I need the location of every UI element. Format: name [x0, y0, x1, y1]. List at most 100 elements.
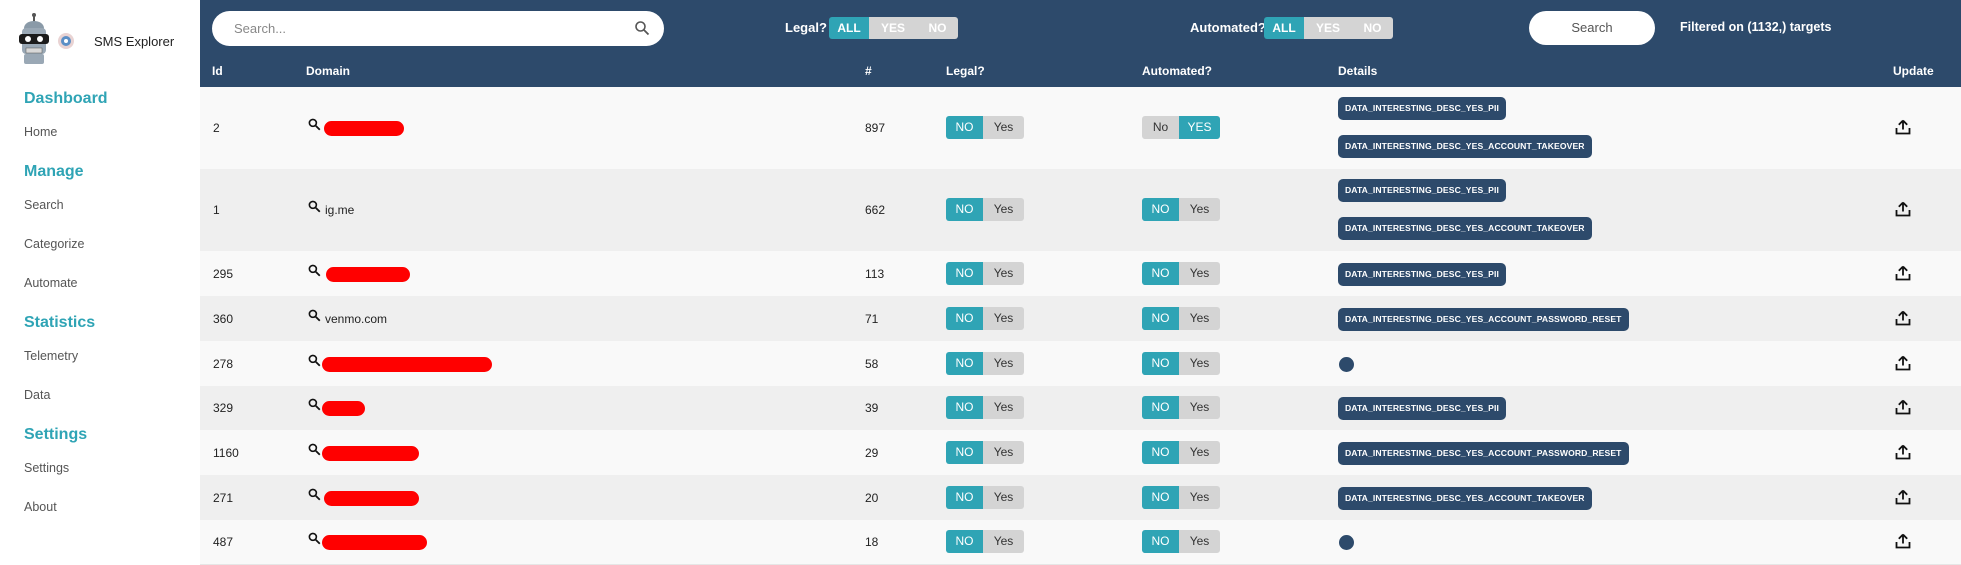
- upload-icon[interactable]: [1895, 533, 1911, 549]
- legal-yes-option[interactable]: Yes: [983, 440, 1024, 464]
- legal-no-option[interactable]: NO: [946, 440, 983, 464]
- table-row: 1160 29 NO Yes NO Yes DATA_INTERESTING_DESC_YE…: [200, 430, 1961, 476]
- automated-yes-option[interactable]: Yes: [1179, 440, 1220, 464]
- nav-item-search[interactable]: Search: [24, 198, 64, 212]
- automated-yes-option[interactable]: Yes: [1179, 485, 1220, 509]
- column-header-details[interactable]: Details: [1338, 64, 1377, 78]
- automated-yes-option[interactable]: Yes: [1179, 306, 1220, 330]
- automated-yes-option[interactable]: Yes: [1179, 198, 1220, 221]
- table-row: 1 ig.me 662 NO Yes NO Yes DATA_INTERESTING_DESC…: [200, 169, 1961, 252]
- automated-filter-no[interactable]: NO: [1352, 17, 1393, 39]
- table-row: 271 20 NO Yes NO Yes DATA_INTERESTING_DESC_YES…: [200, 475, 1961, 521]
- automated-no-option[interactable]: NO: [1142, 198, 1179, 221]
- top-bar: Legal? ALL YES NO Automated? ALL YES NO …: [200, 0, 1961, 87]
- automated-no-option[interactable]: NO: [1142, 351, 1179, 375]
- legal-yes-option[interactable]: Yes: [983, 485, 1024, 509]
- legal-no-option[interactable]: NO: [946, 530, 983, 553]
- legal-no-option[interactable]: NO: [946, 198, 983, 221]
- automated-yes-option[interactable]: Yes: [1179, 530, 1220, 553]
- domain-search-icon[interactable]: [308, 309, 321, 322]
- row-id: 329: [213, 401, 234, 415]
- automated-yes-option[interactable]: Yes: [1179, 396, 1220, 419]
- row-domain[interactable]: ig.me: [325, 203, 354, 217]
- row-id: 295: [213, 266, 234, 281]
- automated-yes-option[interactable]: Yes: [1179, 261, 1220, 285]
- automated-filter-yes[interactable]: YES: [1304, 17, 1352, 39]
- column-header-legal[interactable]: Legal?: [946, 64, 985, 78]
- legal-filter-no[interactable]: NO: [917, 17, 958, 39]
- upload-icon[interactable]: [1895, 489, 1911, 505]
- upload-icon[interactable]: [1895, 310, 1911, 326]
- legal-toggle: NO Yes: [946, 306, 1024, 330]
- column-header-automated[interactable]: Automated?: [1142, 64, 1212, 78]
- legal-no-option[interactable]: NO: [946, 396, 983, 419]
- automated-yes-option[interactable]: YES: [1179, 116, 1220, 139]
- brand-logo[interactable]: [14, 12, 80, 68]
- nav-item-about[interactable]: About: [24, 500, 57, 514]
- domain-search-icon[interactable]: [308, 200, 321, 213]
- column-header-update[interactable]: Update: [1893, 64, 1934, 78]
- automated-yes-option[interactable]: Yes: [1179, 351, 1220, 375]
- upload-icon[interactable]: [1895, 444, 1911, 460]
- automated-no-option[interactable]: NO: [1142, 396, 1179, 419]
- nav-item-data[interactable]: Data: [24, 388, 50, 402]
- column-header-domain[interactable]: Domain: [306, 64, 350, 78]
- legal-yes-option[interactable]: Yes: [983, 351, 1024, 375]
- automated-no-option[interactable]: NO: [1142, 530, 1179, 553]
- legal-yes-option[interactable]: Yes: [983, 396, 1024, 419]
- legal-filter-yes[interactable]: YES: [869, 17, 917, 39]
- legal-no-option[interactable]: NO: [946, 261, 983, 285]
- search-input[interactable]: [232, 20, 626, 37]
- upload-icon[interactable]: [1895, 399, 1911, 415]
- upload-icon[interactable]: [1895, 119, 1911, 135]
- legal-no-option[interactable]: NO: [946, 351, 983, 375]
- search-icon[interactable]: [634, 20, 650, 36]
- automated-no-option[interactable]: NO: [1142, 261, 1179, 285]
- domain-search-icon[interactable]: [308, 398, 321, 411]
- redacted-domain: [326, 266, 410, 282]
- legal-toggle: NO Yes: [946, 440, 1024, 464]
- legal-yes-option[interactable]: Yes: [983, 198, 1024, 221]
- row-id: 271: [213, 490, 234, 505]
- domain-search-icon[interactable]: [308, 488, 321, 501]
- domain-search-icon[interactable]: [308, 354, 321, 367]
- row-id: 1160: [213, 445, 239, 460]
- column-header-id[interactable]: Id: [212, 64, 223, 78]
- legal-yes-option[interactable]: Yes: [983, 530, 1024, 553]
- nav-item-settings[interactable]: Settings: [24, 461, 69, 475]
- filter-status-text: Filtered on (1132,) targets: [1680, 20, 1832, 34]
- automated-toggle: NO Yes: [1142, 198, 1220, 221]
- automated-toggle: No YES: [1142, 116, 1220, 139]
- row-count: 897: [865, 121, 886, 135]
- legal-filter-all[interactable]: ALL: [829, 17, 869, 39]
- nav-item-telemetry[interactable]: Telemetry: [24, 349, 78, 363]
- domain-search-icon[interactable]: [308, 118, 321, 131]
- legal-yes-option[interactable]: Yes: [983, 261, 1024, 285]
- search-button[interactable]: Search: [1529, 11, 1655, 45]
- legal-yes-option[interactable]: Yes: [983, 116, 1024, 139]
- domain-search-icon[interactable]: [308, 532, 321, 545]
- automated-toggle: NO Yes: [1142, 440, 1220, 464]
- legal-no-option[interactable]: NO: [946, 306, 983, 330]
- nav-item-automate[interactable]: Automate: [24, 276, 78, 290]
- upload-icon[interactable]: [1895, 355, 1911, 371]
- detail-badge: DATA_INTERESTING_DESC_YES_PII: [1338, 97, 1506, 120]
- row-domain[interactable]: venmo.com: [325, 312, 387, 326]
- domain-search-icon[interactable]: [308, 443, 321, 456]
- upload-icon[interactable]: [1895, 265, 1911, 281]
- automated-filter-all[interactable]: ALL: [1264, 17, 1304, 39]
- domain-search-icon[interactable]: [308, 264, 321, 277]
- legal-yes-option[interactable]: Yes: [983, 306, 1024, 330]
- nav-item-categorize[interactable]: Categorize: [24, 237, 84, 251]
- automated-no-option[interactable]: NO: [1142, 440, 1179, 464]
- detail-badge: DATA_INTERESTING_DESC_YES_ACCOUNT_PASSWO…: [1338, 441, 1629, 465]
- automated-no-option[interactable]: NO: [1142, 485, 1179, 509]
- automated-no-option[interactable]: No: [1142, 116, 1179, 139]
- legal-no-option[interactable]: NO: [946, 485, 983, 509]
- nav-item-home[interactable]: Home: [24, 125, 57, 139]
- column-header-count[interactable]: #: [865, 64, 872, 78]
- automated-no-option[interactable]: NO: [1142, 306, 1179, 330]
- upload-icon[interactable]: [1895, 201, 1911, 217]
- search-bar[interactable]: [212, 11, 664, 46]
- legal-no-option[interactable]: NO: [946, 116, 983, 139]
